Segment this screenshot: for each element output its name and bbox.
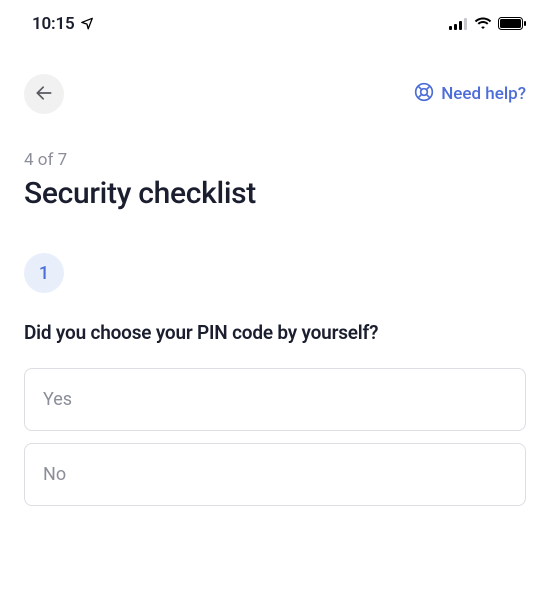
main-content: 4 of 7 Security checklist 1 Did you choo… [0, 128, 550, 518]
status-time: 10:15 [32, 14, 74, 34]
option-no-button[interactable]: No [24, 443, 526, 506]
question-text: Did you choose your PIN code by yourself… [24, 321, 526, 344]
status-right [449, 15, 526, 34]
arrow-left-icon [34, 83, 54, 106]
progress-indicator: 4 of 7 [24, 150, 526, 170]
location-icon [80, 15, 94, 34]
option-yes-button[interactable]: Yes [24, 368, 526, 431]
help-link[interactable]: Need help? [414, 82, 526, 107]
battery-icon [498, 15, 526, 34]
page-title: Security checklist [24, 176, 526, 211]
help-label: Need help? [441, 84, 526, 104]
back-button[interactable] [24, 74, 64, 114]
status-left: 10:15 [32, 14, 94, 34]
wifi-icon [474, 15, 492, 34]
header: Need help? [0, 44, 550, 128]
status-bar: 10:15 [0, 0, 550, 44]
step-badge: 1 [24, 253, 64, 293]
help-icon [414, 82, 434, 107]
cellular-icon [449, 15, 468, 34]
